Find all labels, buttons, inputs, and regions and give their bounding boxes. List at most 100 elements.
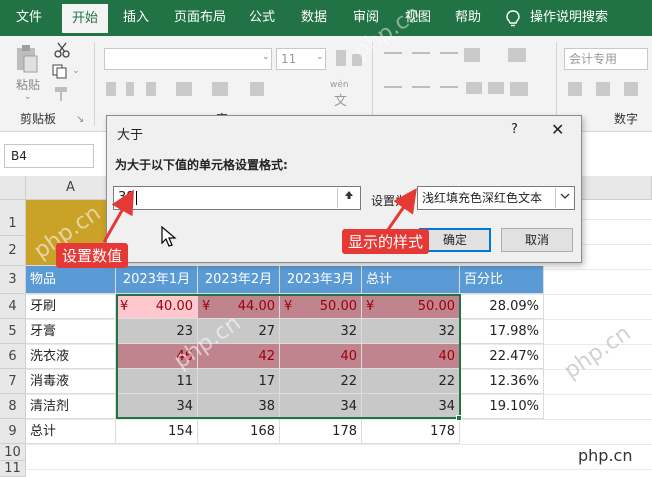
align-right-icon[interactable] — [440, 86, 458, 88]
tab-file[interactable]: 文件 — [6, 0, 52, 36]
row-header[interactable]: 7 — [0, 369, 26, 394]
tab-insert[interactable]: 插入 — [116, 0, 156, 36]
percent-cell[interactable]: 22.47% — [460, 344, 544, 369]
item-cell[interactable]: 消毒液 — [26, 369, 116, 394]
align-bottom-icon[interactable] — [440, 52, 458, 54]
cancel-button[interactable]: 取消 — [501, 228, 573, 252]
comma-style-icon[interactable] — [624, 82, 638, 96]
format-select[interactable]: 浅红填充色深红色文本 — [417, 186, 575, 210]
tab-page-layout[interactable]: 页面布局 — [168, 0, 232, 36]
mouse-cursor-icon — [161, 226, 177, 247]
selection-range — [116, 294, 461, 419]
table-header-cell[interactable]: 总计 — [362, 266, 460, 294]
collapse-dialog-button[interactable] — [337, 188, 359, 208]
item-cell[interactable]: 牙刷 — [26, 294, 116, 319]
row-header[interactable]: 9 — [0, 419, 26, 444]
group-separator — [94, 42, 95, 126]
copy-icon[interactable] — [52, 64, 70, 80]
bold-icon[interactable] — [106, 82, 116, 96]
italic-icon[interactable] — [126, 82, 134, 96]
item-cell[interactable]: 牙膏 — [26, 319, 116, 344]
wrap-text-icon[interactable] — [508, 48, 526, 62]
chevron-down-icon[interactable]: ⌄ — [262, 52, 270, 62]
align-center-icon[interactable] — [412, 86, 430, 88]
dialog-launcher-icon[interactable]: ↘ — [76, 114, 84, 125]
annotation-display-style: 显示的样式 — [342, 229, 430, 254]
column-header[interactable]: A — [26, 176, 116, 200]
tell-me-search[interactable]: 操作说明搜索 — [526, 0, 612, 36]
increase-indent-icon[interactable] — [488, 82, 504, 94]
total-cell[interactable]: 178 — [280, 419, 362, 444]
table-header-cell[interactable]: 百分比 — [460, 266, 544, 294]
threshold-input[interactable]: 38 — [113, 186, 361, 210]
group-separator — [556, 42, 557, 126]
ok-button[interactable]: 确定 — [419, 228, 491, 252]
group-label-number: 数字 — [614, 112, 639, 126]
phonetic-pinyin: wén — [330, 80, 349, 90]
help-button[interactable]: ? — [511, 122, 518, 137]
chevron-down-icon[interactable] — [555, 188, 573, 208]
total-label-cell[interactable]: 总计 — [26, 419, 116, 444]
font-color-icon[interactable] — [250, 82, 264, 96]
select-all-corner[interactable] — [0, 176, 26, 200]
percent-cell[interactable]: 12.36% — [460, 369, 544, 394]
total-cell[interactable]: 154 — [116, 419, 198, 444]
cut-icon[interactable] — [54, 42, 70, 58]
paste-label[interactable]: 粘贴 — [16, 76, 40, 93]
site-logo-watermark: php.cn — [578, 446, 633, 465]
threshold-value: 38 — [118, 190, 135, 205]
row-header[interactable]: 5 — [0, 319, 26, 344]
row-header[interactable]: 1 — [0, 200, 26, 236]
table-header-cell[interactable]: 2023年1月 — [116, 266, 198, 294]
font-name-box[interactable] — [104, 48, 272, 70]
tab-home[interactable]: 开始 — [62, 4, 108, 36]
percent-cell[interactable]: 17.98% — [460, 319, 544, 344]
font-size-value: 11 — [281, 52, 297, 66]
border-icon[interactable] — [176, 82, 192, 96]
name-box[interactable]: B4 — [4, 144, 94, 168]
tab-formulas[interactable]: 公式 — [244, 0, 280, 36]
grow-font-icon[interactable] — [336, 50, 346, 66]
align-middle-icon[interactable] — [412, 52, 430, 54]
fill-color-icon[interactable] — [212, 82, 228, 96]
item-cell[interactable]: 洗衣液 — [26, 344, 116, 369]
percent-cell[interactable]: 28.09% — [460, 294, 544, 319]
currency-icon[interactable] — [568, 82, 582, 96]
total-cell[interactable]: 178 — [362, 419, 460, 444]
chevron-down-icon[interactable]: ⌄ — [72, 66, 80, 76]
set-as-label: 设置为 — [371, 194, 408, 208]
align-left-icon[interactable] — [384, 86, 402, 88]
align-top-icon[interactable] — [384, 52, 402, 54]
fill-handle[interactable] — [456, 415, 462, 421]
item-cell[interactable]: 清洁剂 — [26, 394, 116, 419]
format-painter-icon[interactable] — [52, 86, 70, 102]
table-header-cell[interactable]: 2023年2月 — [198, 266, 280, 294]
tab-help[interactable]: 帮助 — [448, 0, 488, 36]
table-header-cell[interactable]: 2023年3月 — [280, 266, 362, 294]
chevron-down-icon[interactable]: ⌄ — [24, 92, 32, 102]
merge-center-icon[interactable] — [510, 82, 528, 96]
row-header[interactable]: 10 — [0, 444, 26, 461]
row-header[interactable]: 8 — [0, 394, 26, 419]
decrease-indent-icon[interactable] — [466, 82, 482, 94]
number-format-value: 会计专用 — [569, 52, 618, 66]
total-cell[interactable]: 168 — [198, 419, 280, 444]
dialog-prompt: 为大于以下值的单元格设置格式: — [115, 158, 288, 172]
number-format-box[interactable]: 会计专用 — [564, 48, 648, 70]
chevron-down-icon[interactable]: ⌄ — [316, 52, 324, 62]
close-button[interactable]: ✕ — [551, 120, 564, 139]
phonetic-icon[interactable]: 文 — [334, 90, 347, 109]
row-header[interactable]: 11 — [0, 461, 26, 477]
tab-data[interactable]: 数据 — [294, 0, 334, 36]
orientation-icon[interactable] — [464, 48, 480, 62]
percent-cell[interactable]: 19.10% — [460, 394, 544, 419]
group-label-clipboard: 剪贴板 — [20, 112, 57, 126]
underline-icon[interactable] — [146, 82, 156, 96]
row-header[interactable]: 6 — [0, 344, 26, 369]
row-header[interactable]: 4 — [0, 294, 26, 319]
paste-icon[interactable] — [14, 44, 40, 74]
row-header[interactable]: 3 — [0, 266, 26, 294]
percent-icon[interactable] — [596, 82, 610, 96]
row-header[interactable]: 2 — [0, 236, 26, 266]
table-header-cell[interactable]: 物品 — [26, 266, 116, 294]
